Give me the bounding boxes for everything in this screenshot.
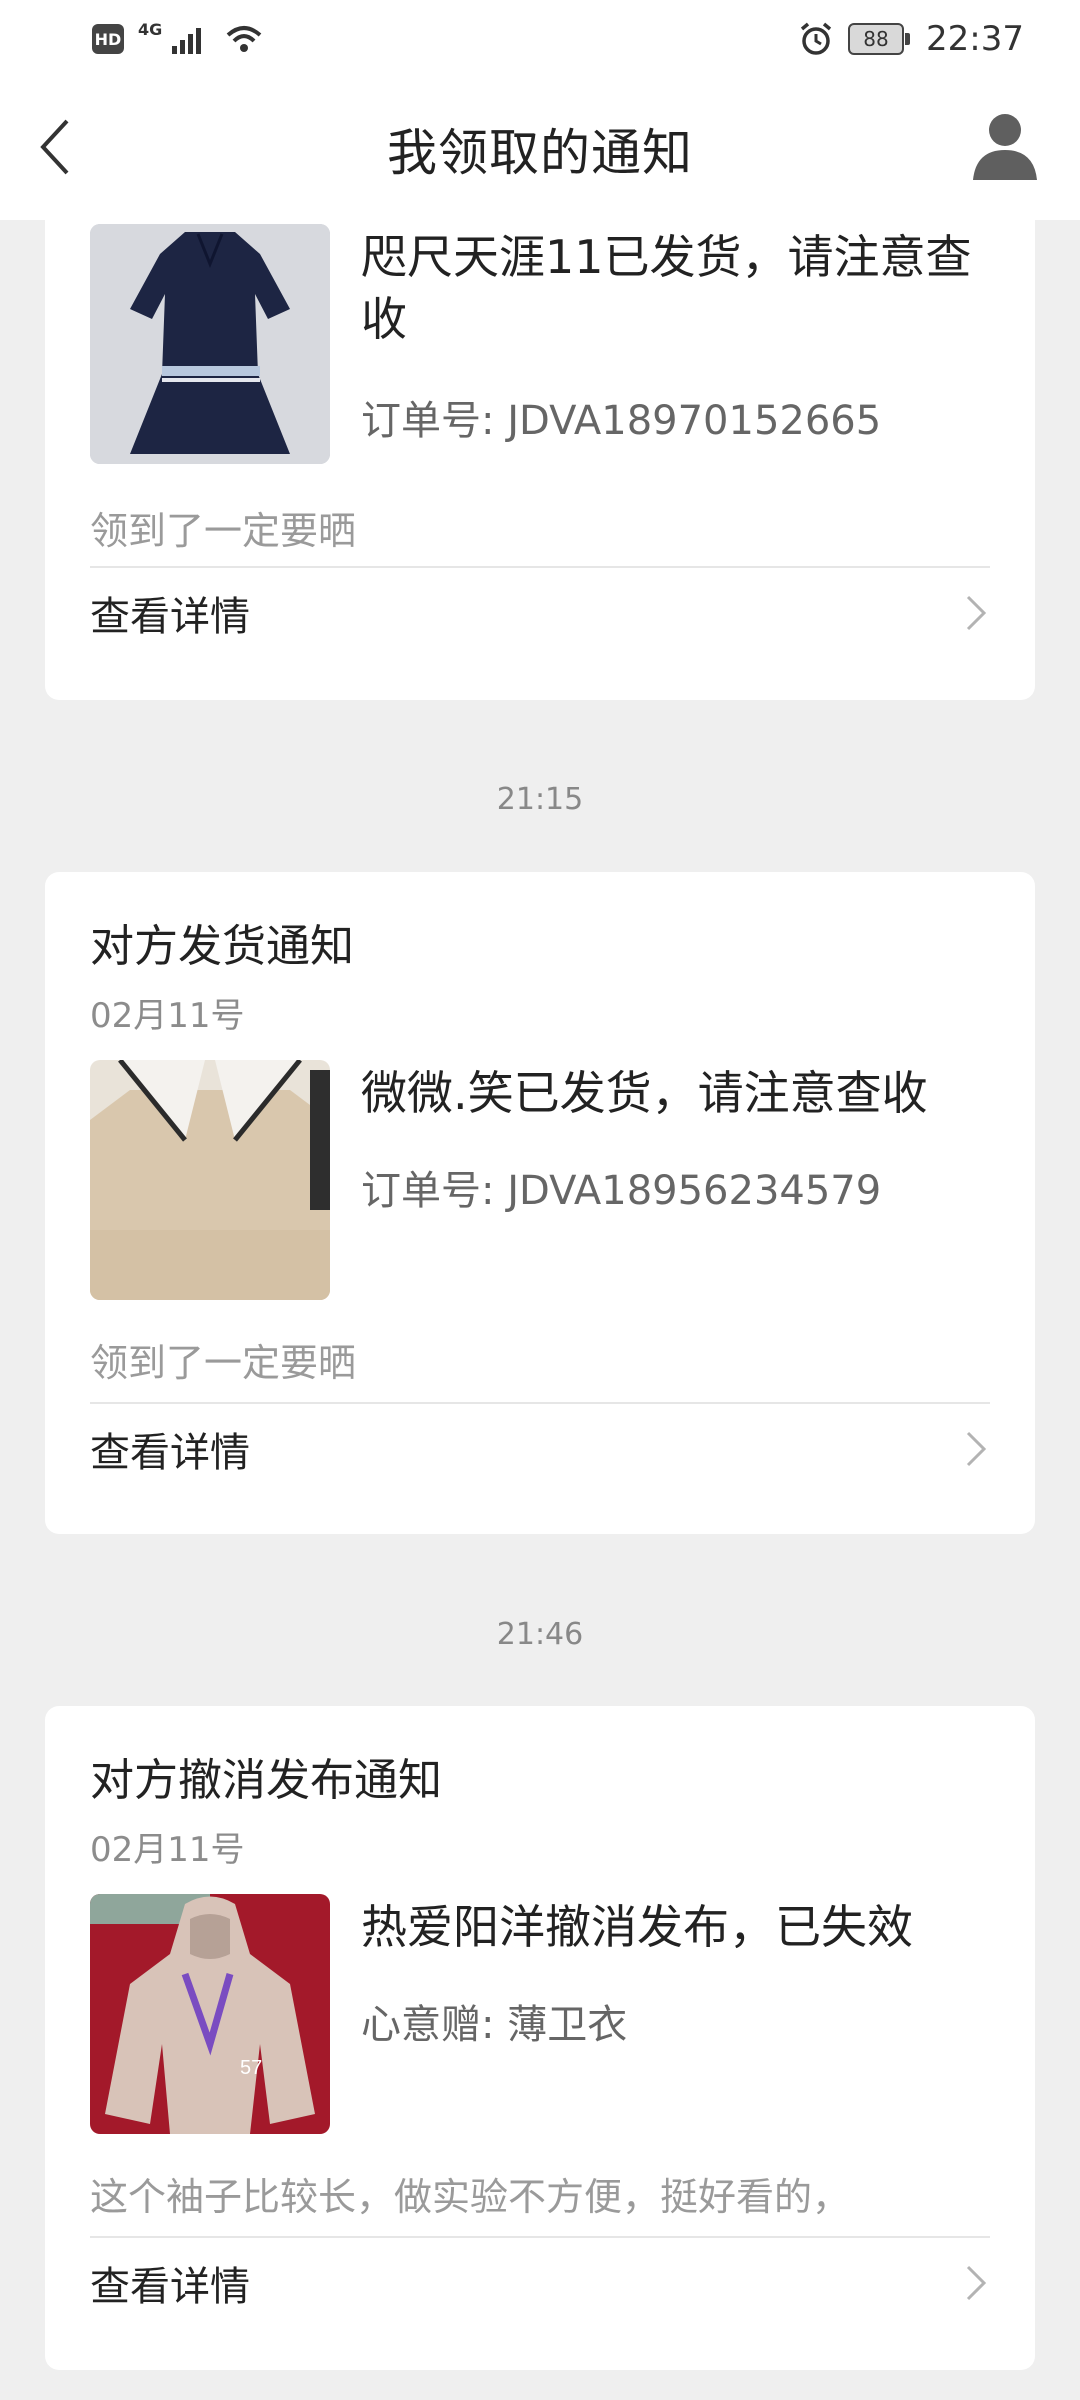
battery-indicator: 88 <box>848 23 911 55</box>
view-details-button[interactable]: 查看详情 <box>90 568 990 658</box>
product-thumbnail[interactable] <box>90 224 330 464</box>
chevron-right-icon <box>966 2265 987 2301</box>
alarm-icon <box>800 22 832 55</box>
svg-text:57: 57 <box>240 2057 262 2079</box>
order-number: 订单号: JDVA18956234579 <box>361 1168 882 1214</box>
notification-note: 领到了一定要晒 <box>90 509 357 553</box>
notification-list: 咫尺天涯11已发货，请注意查收 订单号: JDVA18970152665 领到了… <box>0 0 1080 2400</box>
network-type: 4G <box>138 19 163 39</box>
card-title: 对方撤消发布通知 <box>90 1755 442 1806</box>
notification-message: 热爱阳洋撤消发布，已失效 <box>361 1900 913 1954</box>
view-details-button[interactable]: 查看详情 <box>90 2238 990 2328</box>
view-details-label: 查看详情 <box>90 2264 250 2310</box>
order-number: 订单号: JDVA18970152665 <box>361 398 882 444</box>
time-separator: 21:15 <box>496 782 584 817</box>
time-separator: 21:46 <box>496 1617 584 1652</box>
product-thumbnail[interactable] <box>90 1060 330 1300</box>
view-details-button[interactable]: 查看详情 <box>90 1404 990 1494</box>
status-bar: HD 4G 88 22:37 <box>0 0 1080 78</box>
wifi-icon <box>226 26 262 52</box>
chevron-right-icon <box>966 595 987 631</box>
notification-card: 对方发货通知 02月11号 微微.笑已发货，请注意查收 订单号: JDVA189… <box>45 872 1035 1534</box>
card-date: 02月11号 <box>90 996 245 1036</box>
clock: 22:37 <box>926 19 1024 59</box>
notification-note: 这个袖子比较长，做实验不方便，挺好看的， <box>90 2175 851 2219</box>
view-details-label: 查看详情 <box>90 594 250 640</box>
profile-button[interactable] <box>968 108 1042 182</box>
page-title: 我领取的通知 <box>387 124 693 182</box>
navigation-bar: 我领取的通知 <box>0 78 1080 220</box>
back-icon <box>40 119 69 175</box>
gift-item: 心意赠: 薄卫衣 <box>361 2002 628 2048</box>
view-details-label: 查看详情 <box>90 1430 250 1476</box>
signal-icon <box>172 28 202 54</box>
product-thumbnail[interactable]: 57 <box>90 1894 330 2134</box>
profile-icon <box>973 114 1037 180</box>
back-button[interactable] <box>20 112 90 182</box>
notification-card: 对方撤消发布通知 02月11号 57 热爱阳洋撤消发布，已失效 心意赠: 薄卫衣… <box>45 1706 1035 2370</box>
notification-message: 咫尺天涯11已发货，请注意查收 <box>361 230 972 346</box>
chevron-right-icon <box>966 1431 987 1467</box>
notification-message: 微微.笑已发货，请注意查收 <box>361 1066 928 1120</box>
notification-note: 领到了一定要晒 <box>90 1341 357 1385</box>
card-title: 对方发货通知 <box>90 921 354 972</box>
notification-card: 咫尺天涯11已发货，请注意查收 订单号: JDVA18970152665 领到了… <box>45 150 1035 700</box>
card-date: 02月11号 <box>90 1830 245 1870</box>
top-bar: HD 4G 88 22:37 我领取的通知 <box>0 0 1080 220</box>
hd-icon: HD <box>92 24 124 54</box>
